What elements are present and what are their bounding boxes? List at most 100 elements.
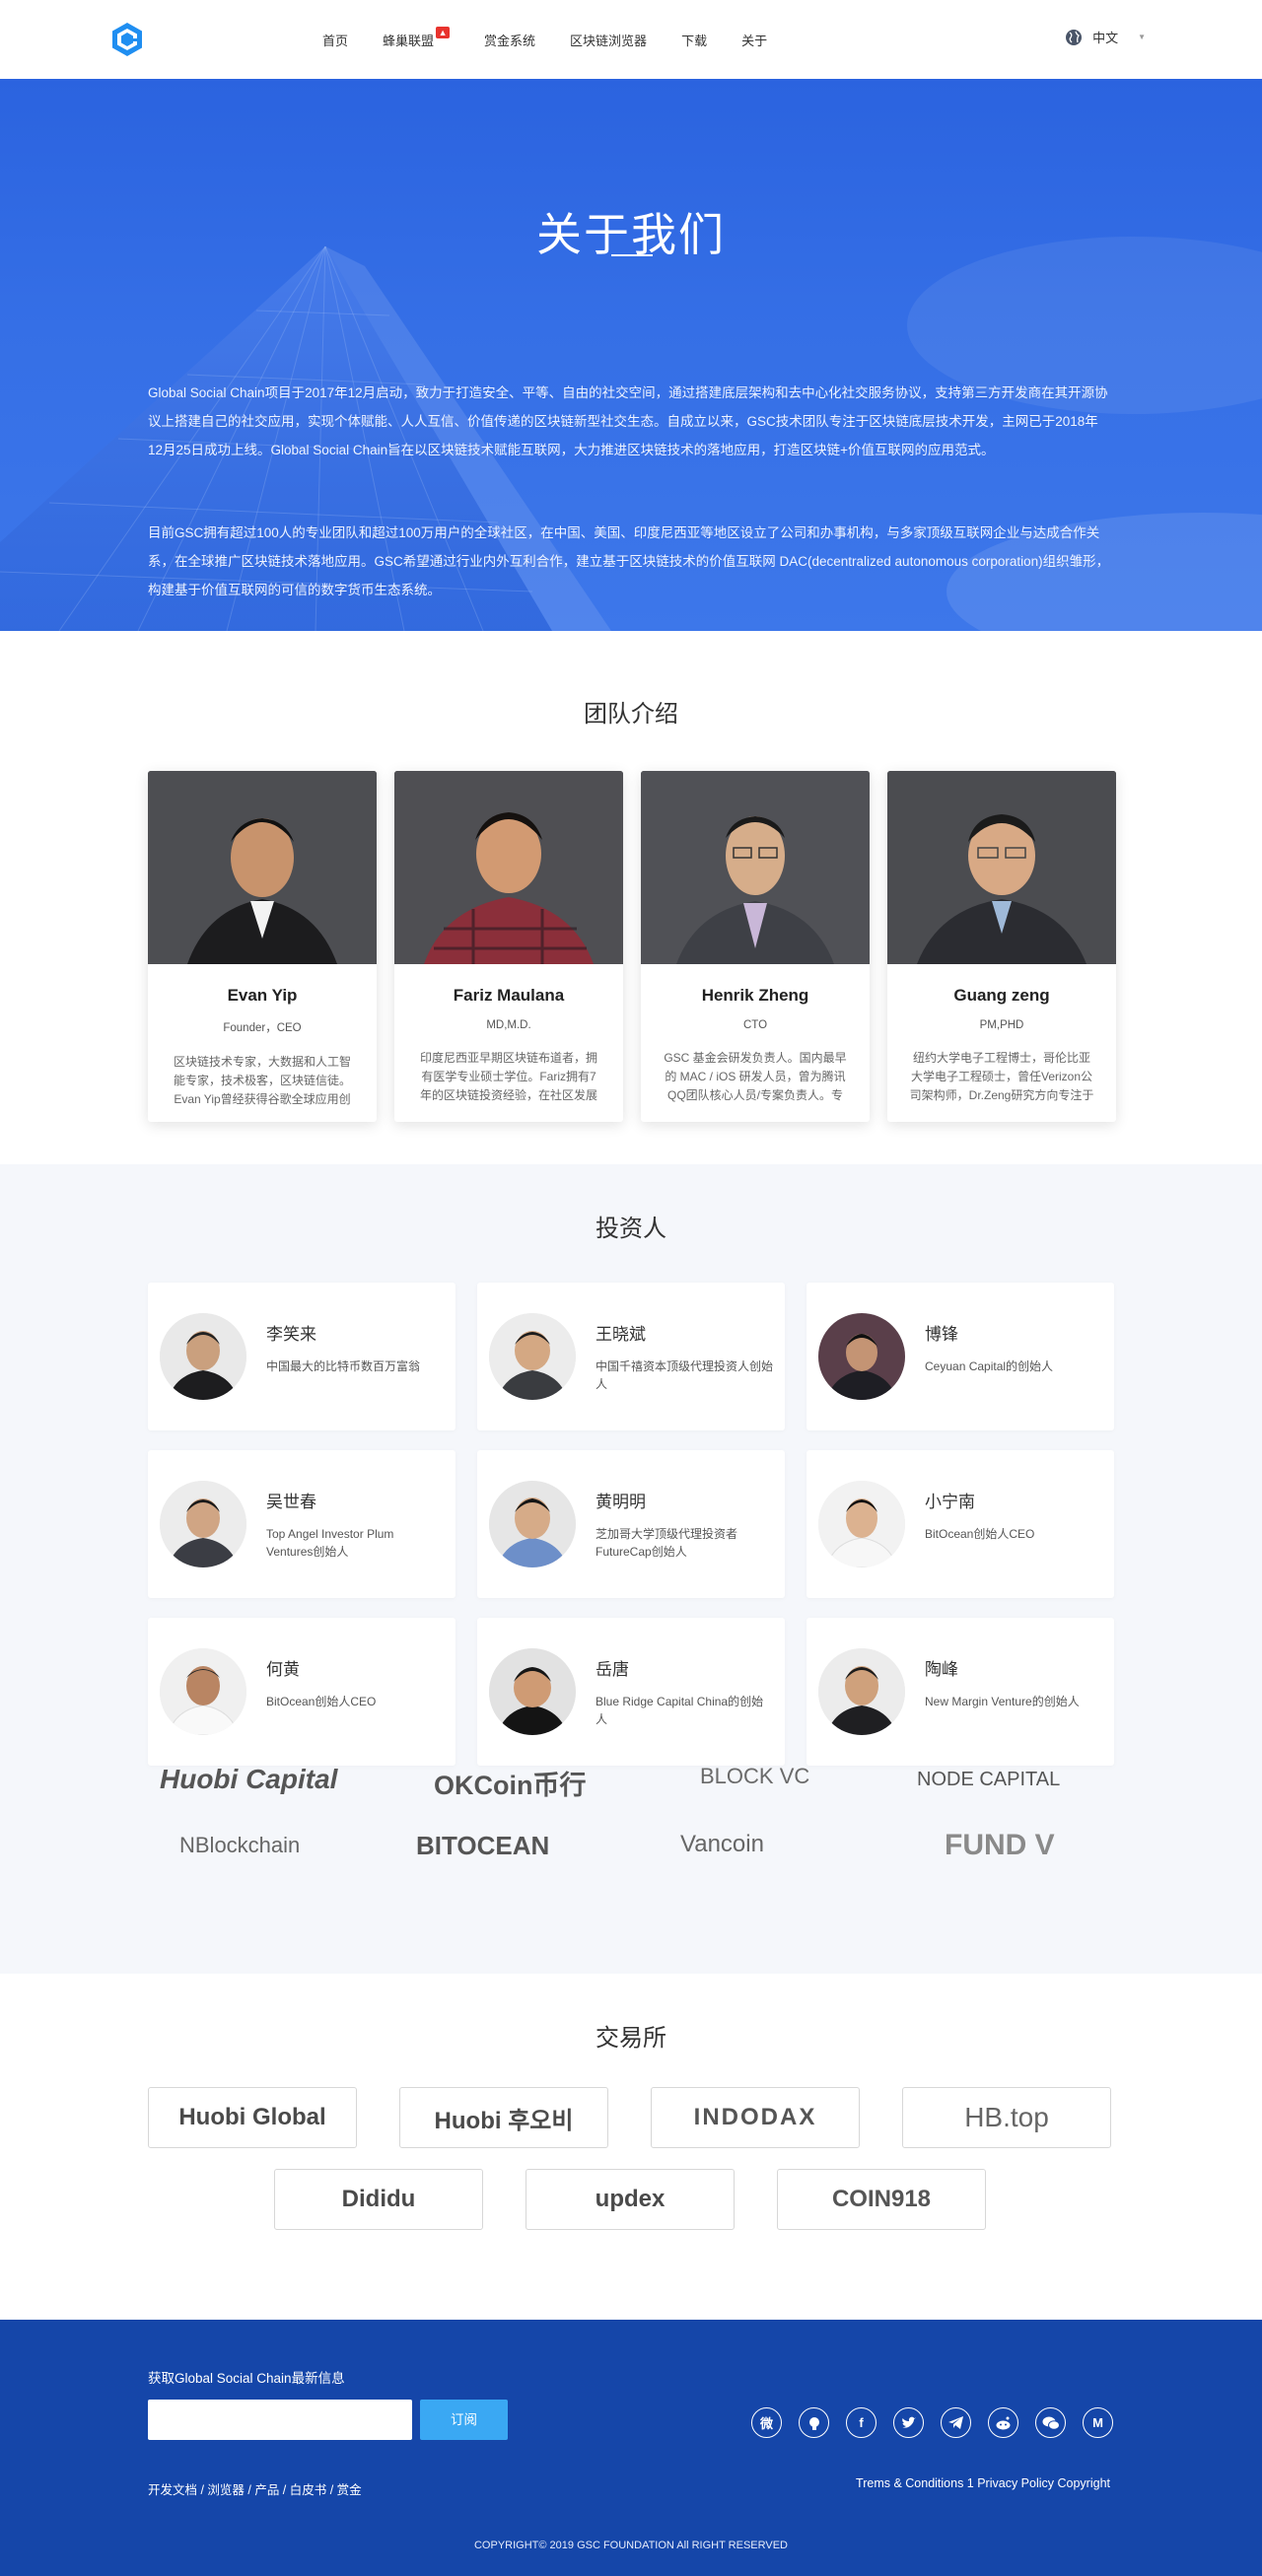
footer-links[interactable]: 开发文档 / 浏览器 / 产品 / 白皮书 / 赏金: [148, 2479, 362, 2498]
investor-name: 小宁南: [925, 1493, 975, 1511]
investor-avatar: [160, 1648, 246, 1735]
site-footer: 获取Global Social Chain最新信息 订阅 微 f M 开发文档 …: [0, 2320, 1262, 2576]
nav-item-label: 区块链浏览器: [570, 33, 648, 48]
investor-card[interactable]: 小宁南 BitOcean创始人CEO: [806, 1450, 1114, 1598]
reddit-icon[interactable]: [988, 2407, 1018, 2438]
investor-description: Top Angel Investor Plum Ventures创始人: [266, 1527, 394, 1559]
investor-avatar: [818, 1313, 905, 1400]
team-card[interactable]: Evan Yip Founder，CEO 区块链技术专家，大数据和人工智能专家，…: [148, 771, 377, 1122]
member-name: Evan Yip: [227, 986, 298, 1005]
exchange-logo-button[interactable]: HB.top: [902, 2087, 1111, 2148]
nav-item-label: 赏金系统: [484, 33, 536, 48]
investor-description: 芝加哥大学顶级代理投资者FutureCap创始人: [596, 1527, 738, 1559]
investor-card[interactable]: 博锋 Ceyuan Capital的创始人: [806, 1283, 1114, 1430]
globe-icon: [1066, 29, 1083, 45]
nav-item-alliance[interactable]: 蜂巢联盟▲: [383, 26, 451, 49]
nav-item-download[interactable]: 下载: [681, 31, 707, 49]
investor-name: 何黄: [266, 1660, 300, 1679]
investors-section: 投资人 李笑来 中国最大的比特币数百万富翁 王晓斌 中国千禧资本顶级代理投资人创…: [0, 1164, 1262, 1974]
investor-card[interactable]: 王晓斌 中国千禧资本顶级代理投资人创始人: [477, 1283, 785, 1430]
nav-item-about[interactable]: 关于: [741, 31, 767, 49]
language-selector[interactable]: 中文 ▼: [1065, 28, 1146, 46]
top-nav: 首页 蜂巢联盟▲ 赏金系统 区块链浏览器 下载 关于 中文 ▼: [0, 0, 1262, 79]
twitter-icon[interactable]: [893, 2407, 924, 2438]
investor-description: BitOcean创始人CEO: [925, 1527, 1035, 1541]
investor-avatar: [160, 1313, 246, 1400]
member-description: 区块链技术专家，大数据和人工智能专家，技术极客，区块链信徒。Evan Yip曾经…: [173, 1055, 351, 1106]
exchange-logo-button[interactable]: Dididu: [274, 2169, 483, 2230]
exchange-section-title: 交易所: [596, 2025, 666, 2052]
legal-links[interactable]: Trems & Conditions 1 Privacy Policy Copy…: [856, 2476, 1110, 2490]
exchange-name: COIN918: [831, 2186, 932, 2212]
team-card[interactable]: Fariz Maulana MD,M.D. 印度尼西亚早期区块链布道者，拥有医学…: [394, 771, 623, 1122]
exchange-logo-button[interactable]: Huobi Global: [148, 2087, 357, 2148]
nav-item-home[interactable]: 首页: [322, 31, 348, 49]
investor-name: 博锋: [925, 1325, 958, 1344]
investor-description: Blue Ridge Capital China的创始人: [596, 1695, 764, 1726]
member-role: Founder，CEO: [223, 1022, 302, 1034]
investor-grid: 李笑来 中国最大的比特币数百万富翁 王晓斌 中国千禧资本顶级代理投资人创始人 博…: [148, 1283, 1114, 1766]
github-icon[interactable]: [799, 2407, 829, 2438]
subscribe-button[interactable]: 订阅: [420, 2400, 508, 2440]
exchange-section: 交易所 Huobi Global Huobi 후오비 INDODAX HB.to…: [0, 1974, 1262, 2320]
nav-item-label: 关于: [741, 33, 768, 48]
partner-logo: NODE CAPITAL: [917, 1769, 1060, 1791]
investor-avatar: [489, 1648, 576, 1735]
exchange-name: INDODAX: [693, 2104, 817, 2130]
investor-avatar: [160, 1481, 246, 1567]
investor-card[interactable]: 吴世春 Top Angel Investor Plum Ventures创始人: [148, 1450, 456, 1598]
exchange-logo-button[interactable]: updex: [526, 2169, 735, 2230]
member-role: CTO: [742, 1019, 768, 1031]
about-paragraph-2: 目前GSC拥有超过100人的专业团队和超过100万用户的全球社区，在中国、美国、…: [148, 525, 1110, 597]
member-description: GSC 基金会研发负责人。国内最早的 MAC / iOS 研发人员，曾为腾讯QQ…: [664, 1051, 847, 1102]
investor-card[interactable]: 陶峰 New Margin Venture的创始人: [806, 1618, 1114, 1766]
exchange-name: Huobi Global: [178, 2104, 326, 2130]
exchange-logo-button[interactable]: Huobi 후오비: [399, 2087, 608, 2148]
copyright-text: COPYRIGHT© 2019 GSC FOUNDATION All RIGHT…: [473, 2540, 788, 2551]
partner-logo: Vancoin: [680, 1831, 764, 1858]
partner-logo-text: BLOCK VC: [700, 1764, 810, 1788]
partner-logo-text: BITOCEAN: [416, 1831, 550, 1860]
investor-name: 岳唐: [596, 1660, 629, 1679]
telegram-icon[interactable]: [941, 2407, 971, 2438]
partner-logo-text: Vancoin: [680, 1831, 764, 1857]
partner-logo: BITOCEAN: [416, 1831, 549, 1861]
nav-item-label: 下载: [681, 33, 708, 48]
member-role: PM,PHD: [979, 1019, 1024, 1031]
member-photo: [887, 771, 1116, 964]
investor-avatar: [489, 1313, 576, 1400]
gsc-logo-icon[interactable]: [110, 22, 144, 57]
language-label: 中文: [1092, 31, 1119, 45]
facebook-icon[interactable]: f: [846, 2407, 876, 2438]
investor-name: 王晓斌: [596, 1325, 646, 1344]
investor-card[interactable]: 岳唐 Blue Ridge Capital China的创始人: [477, 1618, 785, 1766]
chevron-down-icon: ▼: [1138, 33, 1146, 41]
hot-badge-icon: ▲: [436, 26, 451, 38]
investor-card[interactable]: 李笑来 中国最大的比特币数百万富翁: [148, 1283, 456, 1430]
partner-logo-text: NODE CAPITAL: [917, 1769, 1061, 1790]
member-name: Guang zeng: [953, 986, 1050, 1005]
investor-card[interactable]: 黄明明 芝加哥大学顶级代理投资者FutureCap创始人: [477, 1450, 785, 1598]
medium-icon[interactable]: M: [1083, 2407, 1113, 2438]
investor-card[interactable]: 何黄 BitOcean创始人CEO: [148, 1618, 456, 1766]
team-section: 团队介绍 Evan Yip Founder，CEO 区块链技术专家，大数据和人工…: [0, 631, 1262, 1164]
partner-logo-text: FUND V: [945, 1829, 1055, 1861]
nav-item-explorer[interactable]: 区块链浏览器: [570, 31, 647, 49]
member-photo: [394, 771, 623, 964]
weibo-icon[interactable]: 微: [751, 2407, 782, 2438]
exchange-logo-button[interactable]: COIN918: [777, 2169, 986, 2230]
team-card[interactable]: Henrik Zheng CTO GSC 基金会研发负责人。国内最早的 MAC …: [641, 771, 870, 1122]
nav-item-bounty[interactable]: 赏金系统: [484, 31, 535, 49]
subscribe-email-input[interactable]: [148, 2400, 412, 2440]
investor-description: 中国最大的比特币数百万富翁: [266, 1359, 421, 1373]
investor-avatar: [489, 1481, 576, 1567]
team-card[interactable]: Guang zeng PM,PHD 纽约大学电子工程博士，哥伦比亚大学电子工程硕…: [887, 771, 1116, 1122]
exchange-name: Huobi 후오비: [434, 2107, 574, 2134]
nav-item-label: 蜂巢联盟: [383, 33, 435, 48]
exchange-logo-button[interactable]: INDODAX: [651, 2087, 860, 2148]
investor-description: Ceyuan Capital的创始人: [925, 1359, 1054, 1373]
wechat-icon[interactable]: [1035, 2407, 1066, 2438]
investor-avatar: [818, 1648, 905, 1735]
member-photo: [641, 771, 870, 964]
member-description: 印度尼西亚早期区块链布道者，拥有医学专业硕士学位。Fariz拥有7年的区块链投资…: [419, 1051, 597, 1102]
